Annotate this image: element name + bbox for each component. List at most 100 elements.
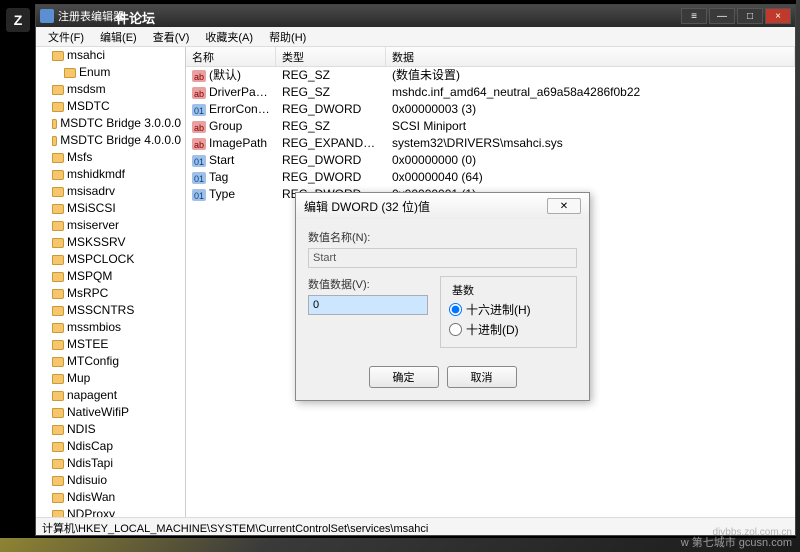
menu-item[interactable]: 文件(F) — [40, 27, 92, 47]
tree-node[interactable]: MSTEE — [36, 336, 185, 353]
cell-type: REG_SZ — [276, 68, 386, 83]
tree-node[interactable]: mssmbios — [36, 319, 185, 336]
radio-hex-input[interactable] — [449, 303, 462, 316]
tree-node[interactable]: MSPCLOCK — [36, 251, 185, 268]
value-name-field — [308, 248, 577, 268]
titlebar[interactable]: 注册表编辑器 件论坛 ≡ — □ × — [36, 5, 795, 27]
string-icon: ab — [192, 70, 206, 82]
tree-node[interactable]: MSiSCSI — [36, 200, 185, 217]
string-icon: ab — [192, 87, 206, 99]
tree-node[interactable]: Ndisuio — [36, 472, 185, 489]
tree-label: msiserver — [67, 218, 119, 233]
folder-icon — [52, 102, 64, 112]
list-row[interactable]: abImagePathREG_EXPAND_SZsystem32\DRIVERS… — [186, 135, 795, 152]
tree-node[interactable]: NdisTapi — [36, 455, 185, 472]
tree-node[interactable]: MSPQM — [36, 268, 185, 285]
tree-node[interactable]: MSDTC Bridge 4.0.0.0 — [36, 132, 185, 149]
tree-node[interactable]: MTConfig — [36, 353, 185, 370]
tree-node[interactable]: Enum — [36, 64, 185, 81]
value-data-field[interactable] — [308, 295, 428, 315]
tree-node[interactable]: MSDTC Bridge 3.0.0.0 — [36, 115, 185, 132]
cancel-button[interactable]: 取消 — [447, 366, 517, 388]
cell-name: 01Tag — [186, 170, 276, 185]
radio-hex[interactable]: 十六进制(H) — [449, 301, 568, 318]
cell-name: 01ErrorControl — [186, 102, 276, 117]
menubar: 文件(F)编辑(E)查看(V)收藏夹(A)帮助(H) — [36, 27, 795, 47]
tree-label: MTConfig — [67, 354, 119, 369]
tree-node[interactable]: napagent — [36, 387, 185, 404]
cell-data: 0x00000003 (3) — [386, 102, 795, 117]
cell-data: 0x00000040 (64) — [386, 170, 795, 185]
col-type[interactable]: 类型 — [276, 47, 386, 66]
tree-node[interactable]: NDIS — [36, 421, 185, 438]
folder-icon — [52, 306, 64, 316]
folder-icon — [52, 289, 64, 299]
tree-label: NDProxy — [67, 507, 115, 517]
extra-button[interactable]: ≡ — [681, 8, 707, 24]
menu-item[interactable]: 收藏夹(A) — [197, 27, 261, 47]
tree-label: NativeWifiP — [67, 405, 129, 420]
folder-icon — [52, 153, 64, 163]
folder-icon — [52, 272, 64, 282]
menu-item[interactable]: 编辑(E) — [92, 27, 145, 47]
maximize-button[interactable]: □ — [737, 8, 763, 24]
tree-label: MSPCLOCK — [67, 252, 134, 267]
radio-dec[interactable]: 十进制(D) — [449, 321, 568, 338]
cell-data: (数值未设置) — [386, 68, 795, 83]
folder-icon — [52, 459, 64, 469]
tree-node[interactable]: mshidkmdf — [36, 166, 185, 183]
list-row[interactable]: 01TagREG_DWORD0x00000040 (64) — [186, 169, 795, 186]
folder-icon — [52, 255, 64, 265]
tree-label: MSTEE — [67, 337, 108, 352]
list-row[interactable]: ab(默认)REG_SZ(数值未设置) — [186, 67, 795, 84]
menu-item[interactable]: 帮助(H) — [261, 27, 314, 47]
value-name-label: 数值名称(N): — [308, 229, 577, 245]
cell-type: REG_SZ — [276, 85, 386, 100]
radio-dec-input[interactable] — [449, 323, 462, 336]
tree-pane[interactable]: msahciEnummsdsmMSDTCMSDTC Bridge 3.0.0.0… — [36, 47, 186, 517]
tree-node[interactable]: NDProxy — [36, 506, 185, 517]
folder-icon — [52, 442, 64, 452]
cell-type: REG_DWORD — [276, 153, 386, 168]
ok-button[interactable]: 确定 — [369, 366, 439, 388]
cell-name: 01Start — [186, 153, 276, 168]
folder-icon — [52, 238, 64, 248]
tree-node[interactable]: NativeWifiP — [36, 404, 185, 421]
col-name[interactable]: 名称 — [186, 47, 276, 66]
tree-node[interactable]: msdsm — [36, 81, 185, 98]
cell-name: abImagePath — [186, 136, 276, 151]
tree-node[interactable]: MSKSSRV — [36, 234, 185, 251]
close-button[interactable]: × — [765, 8, 791, 24]
list-header[interactable]: 名称 类型 数据 — [186, 47, 795, 67]
folder-icon — [52, 170, 64, 180]
col-data[interactable]: 数据 — [386, 47, 795, 66]
list-row[interactable]: abGroupREG_SZSCSI Miniport — [186, 118, 795, 135]
value-data-label: 数值数据(V): — [308, 276, 428, 292]
tree-node[interactable]: MSSCNTRS — [36, 302, 185, 319]
minimize-button[interactable]: — — [709, 8, 735, 24]
tree-node[interactable]: msiserver — [36, 217, 185, 234]
cell-name: abDriverPackageId — [186, 85, 276, 100]
tree-node[interactable]: MSDTC — [36, 98, 185, 115]
tree-node[interactable]: msahci — [36, 47, 185, 64]
folder-icon — [52, 374, 64, 384]
tree-node[interactable]: NdisCap — [36, 438, 185, 455]
tree-node[interactable]: msisadrv — [36, 183, 185, 200]
folder-icon — [52, 51, 64, 61]
tree-node[interactable]: MsRPC — [36, 285, 185, 302]
binary-icon: 01 — [192, 155, 206, 167]
list-row[interactable]: abDriverPackageIdREG_SZmshdc.inf_amd64_n… — [186, 84, 795, 101]
edit-dword-dialog: 编辑 DWORD (32 位)值 ✕ 数值名称(N): 数值数据(V): 基数 … — [295, 192, 590, 401]
list-row[interactable]: 01ErrorControlREG_DWORD0x00000003 (3) — [186, 101, 795, 118]
tree-node[interactable]: Msfs — [36, 149, 185, 166]
binary-icon: 01 — [192, 189, 206, 201]
menu-item[interactable]: 查看(V) — [145, 27, 198, 47]
dialog-close-button[interactable]: ✕ — [547, 198, 581, 214]
cell-data: system32\DRIVERS\msahci.sys — [386, 136, 795, 151]
list-row[interactable]: 01StartREG_DWORD0x00000000 (0) — [186, 152, 795, 169]
tree-node[interactable]: Mup — [36, 370, 185, 387]
tree-node[interactable]: NdisWan — [36, 489, 185, 506]
tree-label: msisadrv — [67, 184, 115, 199]
string-icon: ab — [192, 121, 206, 133]
dialog-titlebar[interactable]: 编辑 DWORD (32 位)值 ✕ — [296, 193, 589, 219]
